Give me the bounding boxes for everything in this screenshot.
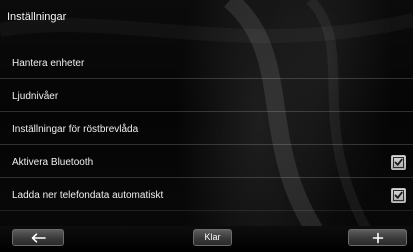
settings-item-volume-levels[interactable]: Ljudnivåer [0,79,413,112]
arrow-left-icon [31,232,46,243]
settings-item-label: Aktivera Bluetooth [12,157,94,168]
back-button[interactable] [12,229,64,246]
checkmark-icon [393,190,404,201]
bluetooth-checkbox[interactable] [391,155,406,170]
settings-item-label: Ljudnivåer [12,91,59,102]
auto-download-checkbox[interactable] [391,188,406,203]
settings-item-label: Hantera enheter [12,58,85,69]
header: Inställningar [0,0,413,36]
done-button[interactable]: Klar [193,229,232,246]
add-button[interactable] [348,229,407,246]
settings-item-enable-bluetooth[interactable]: Aktivera Bluetooth [0,145,413,178]
plus-icon [372,232,383,243]
settings-item-voicemail-settings[interactable]: Inställningar för röstbrevlåda [0,112,413,145]
settings-item-label: Inställningar för röstbrevlåda [12,124,139,135]
checkmark-icon [393,157,404,168]
settings-item-auto-download-phone-data[interactable]: Ladda ner telefondata automatiskt [0,178,413,211]
settings-list: Hantera enheter Ljudnivåer Inställningar… [0,46,413,211]
settings-item-label: Ladda ner telefondata automatiskt [12,190,164,201]
settings-item-manage-devices[interactable]: Hantera enheter [0,46,413,79]
settings-screen: Inställningar Hantera enheter Ljudnivåer… [0,0,413,252]
bottom-bar: Klar [0,226,413,252]
page-title: Inställningar [7,11,67,23]
